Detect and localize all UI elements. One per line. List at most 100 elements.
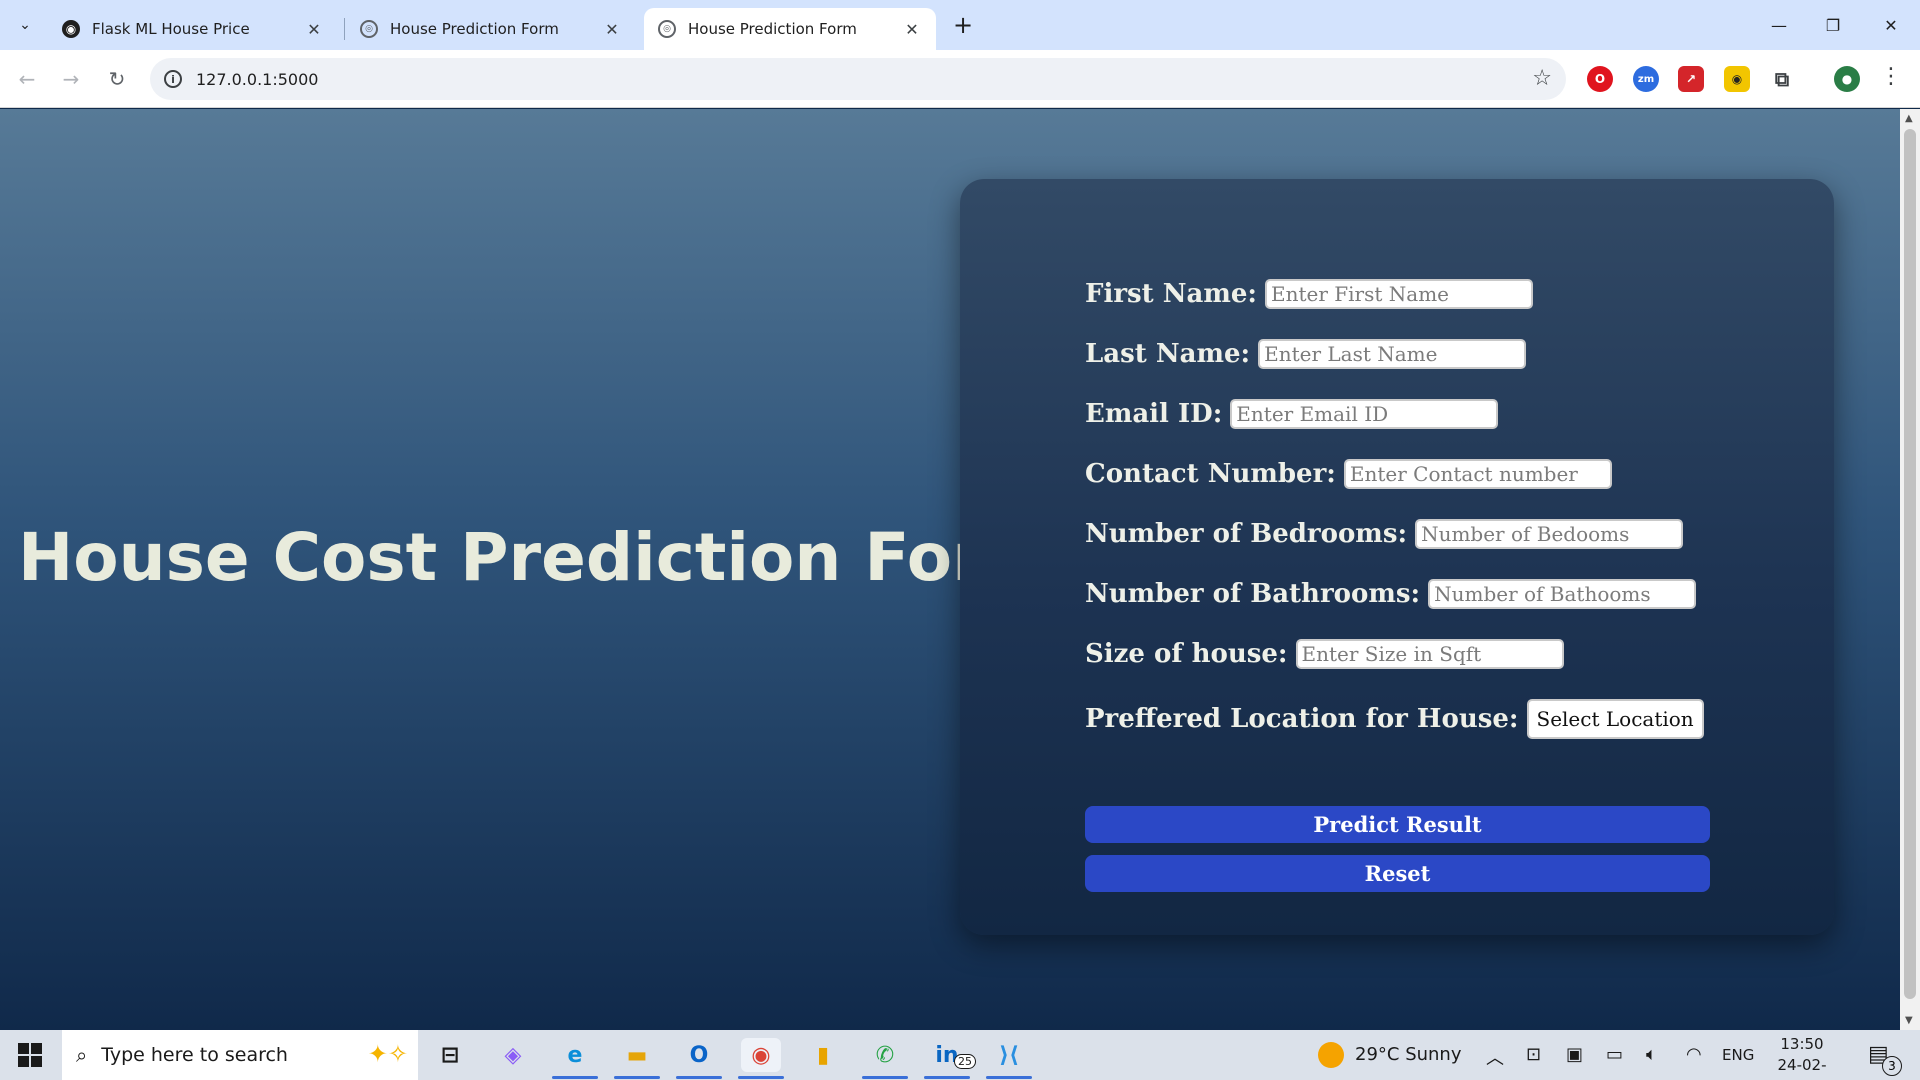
scrollbar-thumb[interactable] <box>1904 129 1916 999</box>
active-indicator <box>924 1076 970 1079</box>
copilot-sparkle-icon: ✦✧ <box>367 1040 408 1068</box>
email-input[interactable] <box>1230 399 1499 429</box>
house-size-row: Size of house: <box>1085 639 1564 669</box>
new-tab-button[interactable]: + <box>950 11 976 39</box>
page-title: House Cost Prediction Form <box>18 519 1054 596</box>
copilot-app-icon[interactable]: ◈ <box>493 1038 533 1072</box>
weather-sun-icon[interactable] <box>1318 1042 1344 1068</box>
extensions-puzzle-icon[interactable]: ⧉ <box>1769 66 1795 92</box>
last-name-input[interactable] <box>1258 339 1527 369</box>
opera-extension-icon[interactable]: O <box>1587 66 1613 92</box>
minimize-button[interactable]: — <box>1756 10 1802 40</box>
whatsapp-icon[interactable]: ✆ <box>865 1038 905 1072</box>
active-indicator <box>862 1076 908 1079</box>
url-text[interactable]: 127.0.0.1:5000 <box>196 70 318 89</box>
openai-icon: ◉ <box>62 20 80 38</box>
site-info-icon[interactable]: i <box>164 70 182 88</box>
close-icon[interactable]: ✕ <box>902 20 922 39</box>
back-button[interactable]: ← <box>12 64 42 94</box>
close-window-button[interactable]: ✕ <box>1868 10 1914 40</box>
bedrooms-label: Number of Bedrooms: <box>1085 519 1408 549</box>
clock[interactable]: 13:50 24-02-2025 <box>1764 1034 1840 1080</box>
tab-bar: ⌄ ◉ Flask ML House Price ✕ ◎ House Predi… <box>0 0 1920 50</box>
meet-now-icon[interactable]: ⊡ <box>1526 1044 1541 1065</box>
last-name-label: Last Name: <box>1085 339 1251 369</box>
file-explorer-icon[interactable]: ▬ <box>617 1038 657 1072</box>
scroll-down-icon[interactable]: ▼ <box>1905 1015 1913 1026</box>
language-indicator[interactable]: ENG <box>1722 1046 1754 1064</box>
clock-time: 13:50 <box>1780 1035 1824 1053</box>
windows-taskbar: ⌕ Type here to search ✦✧ ⊟ ◈ e ▬ O ◉ ▮ ✆… <box>0 1030 1920 1080</box>
taskbar-search[interactable]: ⌕ Type here to search ✦✧ <box>62 1030 418 1080</box>
predict-result-button[interactable]: Predict Result <box>1085 806 1710 843</box>
globe-icon: ◎ <box>658 20 676 38</box>
tab-flask-ml[interactable]: ◉ Flask ML House Price ✕ <box>48 8 338 50</box>
page-content: House Cost Prediction Form First Name: L… <box>0 109 1900 1030</box>
location-select[interactable]: Select Location <box>1526 699 1704 739</box>
contact-number-input[interactable] <box>1343 459 1612 489</box>
bathrooms-row: Number of Bathrooms: <box>1085 579 1697 609</box>
battery-icon[interactable]: ▭ <box>1606 1044 1623 1065</box>
search-icon: ⌕ <box>76 1043 88 1067</box>
contact-number-row: Contact Number: <box>1085 459 1612 489</box>
bookmark-star-icon[interactable]: ☆ <box>1532 66 1552 91</box>
location-label: Preffered Location for House: <box>1085 704 1519 734</box>
close-icon[interactable]: ✕ <box>602 20 622 39</box>
task-view-icon[interactable]: ⊟ <box>430 1038 470 1072</box>
pdf-extension-icon[interactable]: ↗ <box>1678 66 1704 92</box>
contact-number-label: Contact Number: <box>1085 459 1336 489</box>
yellow-extension-icon[interactable]: ◉ <box>1724 66 1750 92</box>
active-indicator <box>614 1076 660 1079</box>
power-bi-icon[interactable]: ▮ <box>803 1038 843 1072</box>
restore-button[interactable]: ❐ <box>1810 10 1856 40</box>
first-name-input[interactable] <box>1265 279 1533 309</box>
tab-title: House Prediction Form <box>390 20 559 38</box>
chevron-down-icon: ⌄ <box>19 17 31 33</box>
zoom-extension-icon[interactable]: zm <box>1633 66 1659 92</box>
clock-date: 24-02-2025 <box>1777 1056 1827 1080</box>
close-icon[interactable]: ✕ <box>304 20 324 39</box>
tab-house-prediction-2[interactable]: ◎ House Prediction Form ✕ <box>644 8 936 50</box>
chrome-icon[interactable]: ◉ <box>741 1038 781 1072</box>
page-scrollbar[interactable]: ▲ ▼ <box>1900 109 1920 1030</box>
last-name-row: Last Name: <box>1085 339 1527 369</box>
prediction-form-card: First Name: Last Name: Email ID: Contact… <box>960 179 1834 935</box>
active-indicator <box>738 1076 784 1079</box>
menu-dots-icon[interactable]: ⋮ <box>1880 64 1902 89</box>
wifi-icon[interactable]: ◠ <box>1686 1044 1702 1065</box>
address-bar[interactable]: i 127.0.0.1:5000 ☆ <box>150 58 1566 100</box>
globe-icon: ◎ <box>360 20 378 38</box>
active-indicator <box>676 1076 722 1079</box>
windows-start-button[interactable] <box>10 1040 50 1070</box>
reload-button[interactable]: ↻ <box>102 64 132 94</box>
profile-avatar[interactable]: ● <box>1834 66 1860 92</box>
notification-badge: 3 <box>1882 1056 1902 1076</box>
chevron-up-icon[interactable]: ︿ <box>1486 1044 1504 1070</box>
bathrooms-label: Number of Bathrooms: <box>1085 579 1421 609</box>
bedrooms-row: Number of Bedrooms: <box>1085 519 1684 549</box>
tab-search-button[interactable]: ⌄ <box>10 12 40 38</box>
volume-icon[interactable]: 🔈︎ <box>1646 1044 1657 1065</box>
active-indicator <box>552 1076 598 1079</box>
weather-text[interactable]: 29°C Sunny <box>1355 1044 1462 1065</box>
browser-toolbar: ← → ↻ i 127.0.0.1:5000 ☆ O zm ↗ ◉ ⧉ ● ⋮ <box>0 50 1920 108</box>
vscode-icon[interactable]: ⟩⟨ <box>989 1038 1029 1072</box>
forward-button[interactable]: → <box>56 64 86 94</box>
tab-house-prediction-1[interactable]: ◎ House Prediction Form ✕ <box>346 8 636 50</box>
active-indicator <box>986 1076 1032 1079</box>
tab-title: Flask ML House Price <box>92 20 250 38</box>
house-size-input[interactable] <box>1295 639 1564 669</box>
first-name-label: First Name: <box>1085 279 1257 309</box>
location-row: Preffered Location for House: Select Loc… <box>1085 699 1704 739</box>
house-size-label: Size of house: <box>1085 639 1288 669</box>
edge-browser-icon[interactable]: e <box>555 1038 595 1072</box>
reset-button[interactable]: Reset <box>1085 855 1710 892</box>
bathrooms-input[interactable] <box>1428 579 1697 609</box>
first-name-row: First Name: <box>1085 279 1533 309</box>
email-label: Email ID: <box>1085 399 1223 429</box>
outlook-icon[interactable]: O <box>679 1038 719 1072</box>
email-row: Email ID: <box>1085 399 1499 429</box>
bedrooms-input[interactable] <box>1415 519 1684 549</box>
scroll-up-icon[interactable]: ▲ <box>1905 113 1913 124</box>
display-icon[interactable]: ▣ <box>1566 1044 1583 1065</box>
